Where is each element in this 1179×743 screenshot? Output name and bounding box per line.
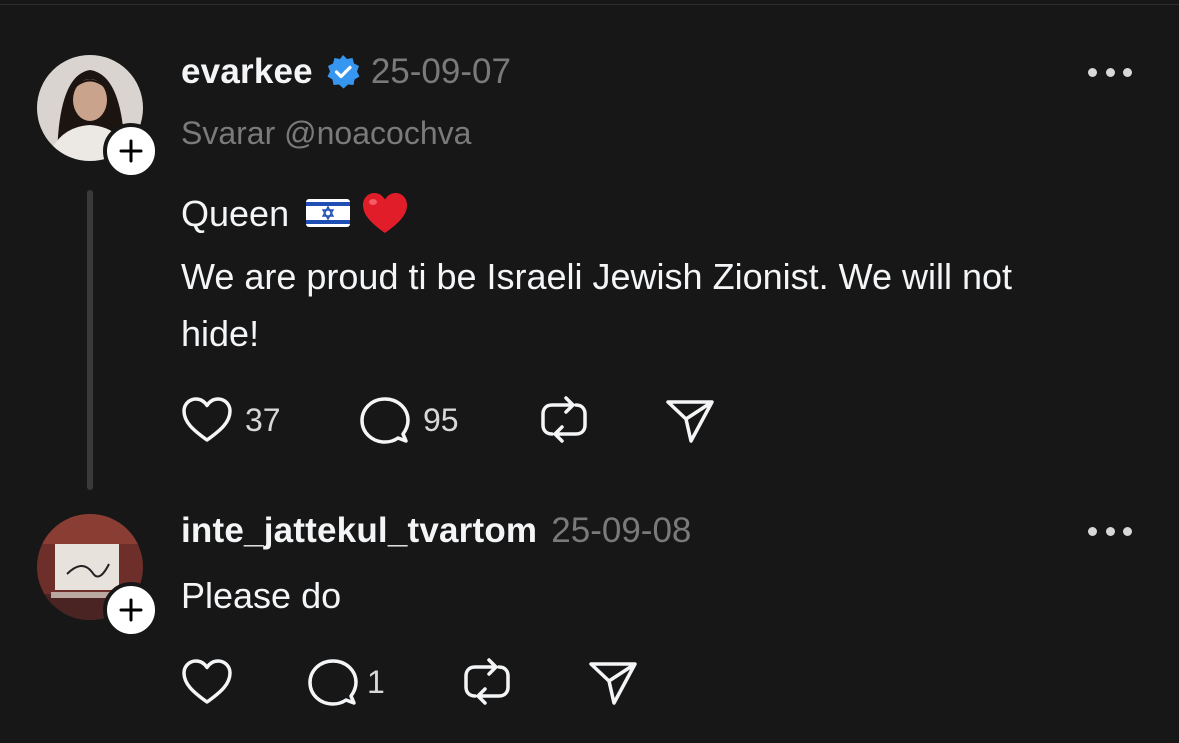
repost-icon [541,396,587,443]
username[interactable]: inte_jattekul_tvartom [181,511,537,551]
comment-button[interactable]: 1 [307,657,385,707]
thread-connector-line [87,190,93,490]
more-options-button[interactable] [1088,62,1132,82]
like-button[interactable]: 37 [181,395,281,445]
repost-button[interactable] [538,395,590,445]
post-evarkee: evarkee 25-09-07 Svarar @noacochva Queen… [0,0,1179,500]
post-text-line-2: We are proud ti be Israeli Jewish Zionis… [181,256,1013,297]
post-date: 25-09-07 [370,52,511,91]
like-count: 37 [245,401,281,438]
post-header: evarkee 25-09-07 [181,50,511,94]
more-icon-dot [1123,526,1132,536]
more-icon-dot [1123,67,1132,77]
comment-count: 1 [367,663,385,700]
more-icon-dot [1105,526,1115,536]
share-button[interactable] [587,657,639,707]
follow-button[interactable] [103,123,159,179]
comment-count: 95 [423,401,459,438]
share-button[interactable] [664,395,716,445]
post-inte-jattekul-tvartom: inte_jattekul_tvartom 25-09-08 Please do… [0,500,1179,743]
more-icon-dot [1105,67,1115,77]
username[interactable]: evarkee [181,52,313,92]
comment-icon [308,659,358,706]
like-button[interactable] [181,657,233,707]
verified-badge-icon [327,55,360,89]
reply-to-label[interactable]: Svarar @noacochva [181,115,471,152]
follow-plus-icon [119,598,143,622]
post-text-line-1: Queen [181,193,409,235]
share-icon [589,662,637,705]
israel-flag-emoji [306,199,351,228]
post-text-line-3: hide! [181,313,260,354]
post-text-line-1: Please do [181,575,342,616]
repost-button[interactable] [461,657,513,707]
post-date: 25-09-08 [551,511,692,550]
follow-button[interactable] [103,582,159,638]
post-header: inte_jattekul_tvartom 25-09-08 [181,509,691,553]
post-text: Queen [181,193,290,234]
red-heart-emoji [363,193,408,234]
heart-icon [182,397,232,442]
more-options-button[interactable] [1088,521,1132,541]
more-icon [1088,67,1097,77]
repost-icon [464,658,510,705]
follow-plus-icon [119,139,143,163]
comment-icon [360,397,410,444]
avatar-container[interactable] [37,55,159,179]
heart-icon [182,659,232,704]
avatar-container[interactable] [37,514,159,638]
share-icon [666,400,714,443]
more-icon [1088,526,1097,536]
comment-button[interactable]: 95 [359,395,459,445]
